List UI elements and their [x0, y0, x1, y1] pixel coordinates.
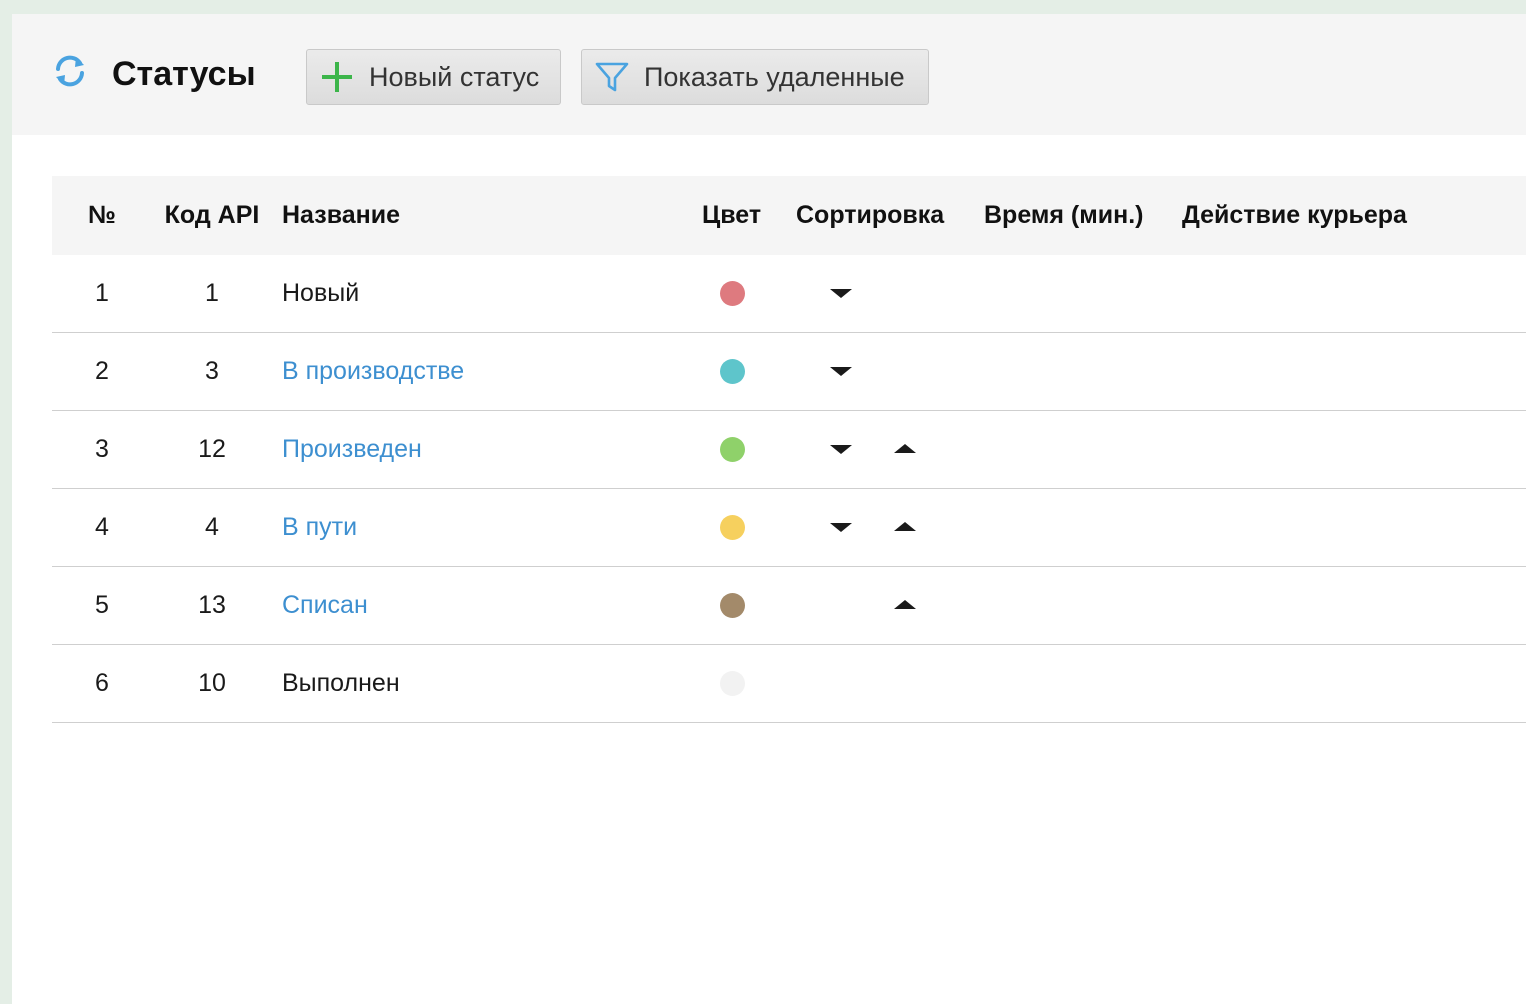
table-row: 5 13 Списан — [52, 567, 1526, 645]
row-api-code: 4 — [205, 513, 219, 541]
row-api-code: 10 — [198, 669, 226, 697]
color-swatch — [720, 359, 745, 384]
sort-down-icon[interactable] — [829, 365, 853, 377]
sort-up-icon[interactable] — [893, 443, 917, 455]
plus-icon — [322, 62, 352, 92]
toolbar: Статусы Новый статус Показать удаленные — [12, 14, 1526, 135]
new-status-button[interactable]: Новый статус — [306, 49, 561, 105]
new-status-label: Новый статус — [369, 61, 540, 92]
table-row: 3 12 Произведен — [52, 411, 1526, 489]
column-header-color: Цвет — [702, 201, 762, 229]
table-row: 6 10 Выполнен — [52, 645, 1526, 723]
row-num: 5 — [95, 591, 109, 619]
row-color-cell — [720, 489, 746, 566]
table-row: 2 3 В производстве — [52, 333, 1526, 411]
color-swatch — [720, 281, 745, 306]
column-header-sort: Сортировка — [796, 201, 945, 229]
row-color-cell — [720, 411, 746, 488]
row-api-code: 12 — [198, 435, 226, 463]
status-name: Новый — [282, 279, 360, 307]
statuses-panel: Статусы Новый статус Показать удаленные … — [12, 14, 1526, 1004]
row-api-code: 1 — [205, 279, 219, 307]
status-name-link[interactable]: Произведен — [282, 411, 422, 488]
color-swatch — [720, 593, 745, 618]
row-color-cell — [720, 255, 746, 332]
column-header-time: Время (мин.) — [984, 201, 1144, 229]
row-num: 2 — [95, 357, 109, 385]
row-num: 6 — [95, 669, 109, 697]
row-num: 1 — [95, 279, 109, 307]
status-name-link[interactable]: В пути — [282, 489, 357, 566]
table-body: 1 1 Новый 2 3 В производстве 3 12 Произведен 4 4 В … — [52, 255, 1526, 723]
show-deleted-label: Показать удаленные — [644, 61, 905, 92]
row-num: 3 — [95, 435, 109, 463]
sort-up-icon[interactable] — [893, 521, 917, 533]
row-color-cell — [720, 567, 746, 644]
row-num: 4 — [95, 513, 109, 541]
color-swatch — [720, 671, 745, 696]
page-title: Статусы — [112, 55, 256, 93]
statuses-table: № Код API Название Цвет Сортировка Время… — [52, 176, 1526, 723]
sort-down-icon[interactable] — [829, 521, 853, 533]
row-color-cell — [720, 645, 746, 722]
sort-up-icon[interactable] — [893, 599, 917, 611]
table-header: № Код API Название Цвет Сортировка Время… — [52, 176, 1526, 255]
color-swatch — [720, 515, 745, 540]
status-name-link[interactable]: Списан — [282, 567, 368, 644]
filter-icon — [595, 62, 629, 92]
column-header-name: Название — [282, 201, 401, 229]
column-header-num: № — [88, 201, 116, 229]
status-name: Выполнен — [282, 669, 400, 697]
row-api-code: 13 — [198, 591, 226, 619]
sort-down-icon[interactable] — [829, 443, 853, 455]
table-row: 1 1 Новый — [52, 255, 1526, 333]
row-api-code: 3 — [205, 357, 219, 385]
refresh-icon[interactable] — [50, 51, 90, 91]
sort-down-icon[interactable] — [829, 287, 853, 299]
column-header-api-code: Код API — [164, 201, 260, 229]
color-swatch — [720, 437, 745, 462]
table-row: 4 4 В пути — [52, 489, 1526, 567]
row-color-cell — [720, 333, 746, 410]
column-header-courier-action: Действие курьера — [1182, 201, 1407, 229]
status-name-link[interactable]: В производстве — [282, 333, 464, 410]
show-deleted-button[interactable]: Показать удаленные — [581, 49, 929, 105]
